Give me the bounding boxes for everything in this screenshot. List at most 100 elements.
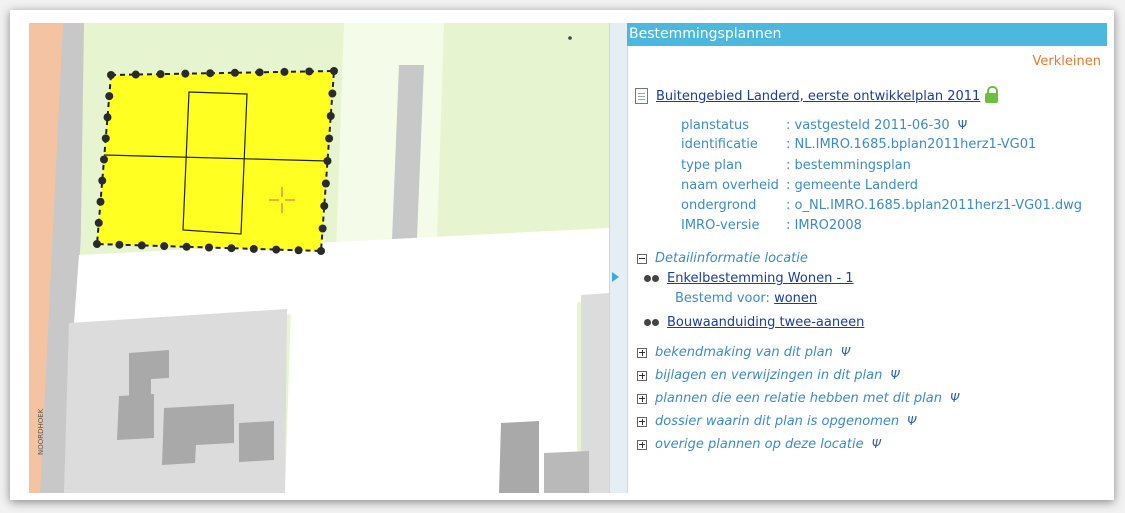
plus-box-icon[interactable]	[637, 370, 647, 381]
parcel-vertex-handle[interactable]	[137, 241, 146, 250]
section-overige[interactable]: overige plannen op deze locatie Ψ	[637, 437, 881, 452]
section-label: bekendmaking van dit plan	[655, 345, 833, 360]
parcel-vertex-handle[interactable]	[115, 240, 124, 249]
parcel-vertex-handle[interactable]	[160, 242, 169, 251]
parcel-vertex-handle[interactable]	[156, 70, 165, 79]
section-label: overige plannen op deze locatie	[655, 437, 864, 452]
document-icon	[635, 88, 648, 104]
info-icon[interactable]: Ψ	[907, 414, 916, 428]
bestemming-row: Bouwaanduiding twee-aaneen	[643, 315, 864, 330]
bouwaanduiding-link[interactable]: Bouwaanduiding twee-aaneen	[667, 315, 864, 330]
property-value: : o_NL.IMRO.1685.bplan2011herz1-VG01.dwg	[786, 198, 1082, 214]
property-row: identificatie: NL.IMRO.1685.bplan2011her…	[681, 135, 1082, 155]
plus-box-icon[interactable]	[637, 439, 647, 450]
map-canvas[interactable]: NOORDHOEK	[29, 23, 609, 493]
section-dossier[interactable]: dossier waarin dit plan is opgenomen Ψ	[637, 414, 917, 429]
property-label: identificatie	[681, 137, 758, 153]
building-6	[544, 451, 589, 493]
parcel-vertex-handle[interactable]	[320, 202, 329, 210]
parcel-vertex-handle[interactable]	[294, 246, 303, 255]
parcel-vertex-handle[interactable]	[131, 70, 140, 79]
info-icon[interactable]: Ψ	[950, 391, 959, 405]
parcel-vertex-handle[interactable]	[107, 71, 115, 79]
verkleinen-link[interactable]: Verkleinen	[627, 54, 1107, 72]
plus-box-icon[interactable]	[637, 347, 647, 358]
parcel-vertex-handle[interactable]	[100, 155, 108, 164]
parcel-vertex-handle[interactable]	[323, 157, 332, 165]
parcel-vertex-handle[interactable]	[93, 240, 101, 248]
panel-splitter[interactable]	[609, 23, 628, 493]
parcel-vertex-handle[interactable]	[98, 176, 107, 185]
parcel-vertex-handle[interactable]	[305, 67, 314, 76]
parcel-vertex-handle[interactable]	[227, 244, 236, 253]
parcel-vertex-handle[interactable]	[321, 179, 330, 188]
selected-parcel[interactable]	[95, 69, 336, 253]
green-area-right	[441, 23, 609, 263]
parcel-vertex-handle[interactable]	[96, 197, 105, 206]
bestemd-voor-row: Bestemd voor: wonen	[675, 291, 817, 306]
property-row: ondergrond: o_NL.IMRO.1685.bplan2011herz…	[681, 196, 1082, 216]
detail-section-toggle[interactable]: Detailinformatie locatie	[637, 251, 808, 266]
minus-box-icon[interactable]	[637, 253, 647, 264]
parcel-vertex-handle[interactable]	[182, 242, 191, 251]
section-label: bijlagen en verwijzingen in dit plan	[655, 368, 883, 383]
property-row: naam overheid : gemeente Landerd	[681, 176, 1082, 196]
bestemd-voor-label: Bestemd voor:	[675, 291, 770, 306]
parcel-vertex-handle[interactable]	[326, 112, 335, 120]
parcel-vertex-handle[interactable]	[318, 224, 327, 233]
parcel-vertex-handle[interactable]	[255, 68, 264, 77]
plan-properties: planstatus : vastgesteld 2011-06-30 Ψ iden…	[681, 115, 1082, 237]
parcel-vertex-handle[interactable]	[181, 69, 190, 78]
parcel-vertex-handle[interactable]	[317, 247, 325, 255]
section-bekendmaking[interactable]: bekendmaking van dit plan Ψ	[637, 345, 850, 360]
map-view[interactable]: NOORDHOEK	[29, 23, 609, 493]
section-label: dossier waarin dit plan is opgenomen	[655, 414, 900, 429]
info-icon[interactable]: Ψ	[890, 368, 899, 382]
section-label: plannen die een relatie hebben met dit p…	[655, 391, 942, 406]
property-label: naam overheid	[681, 177, 779, 193]
panel-title: Bestemmingsplannen	[627, 23, 1107, 46]
detail-section-label: Detailinformatie locatie	[655, 251, 808, 266]
parcel-vertex-handle[interactable]	[280, 67, 289, 76]
parcel-vertex-handle[interactable]	[94, 218, 103, 227]
binoculars-icon[interactable]	[643, 318, 661, 327]
parcel-vertex-handle[interactable]	[105, 92, 114, 101]
property-label: planstatus	[681, 118, 750, 133]
section-relatie[interactable]: plannen die een relatie hebben met dit p…	[637, 391, 959, 406]
app-window: NOORDHOEK Bestemmingsplannen Verkleinen …	[10, 10, 1114, 500]
info-icon[interactable]: Ψ	[841, 345, 850, 359]
plus-box-icon[interactable]	[637, 416, 647, 427]
property-value: : gemeente Landerd	[786, 177, 918, 193]
block-left	[64, 309, 287, 493]
bestemming-row: Enkelbestemming Wonen - 1	[643, 271, 854, 286]
binoculars-icon[interactable]	[643, 274, 661, 283]
parcel-vertex-handle[interactable]	[101, 134, 110, 143]
property-label: type plan	[681, 157, 743, 173]
parcel-vertex-handle[interactable]	[206, 69, 215, 78]
map-point	[568, 36, 572, 40]
parcel-vertex-handle[interactable]	[249, 244, 258, 253]
info-panel: Bestemmingsplannen Verkleinen Buitengebi…	[627, 23, 1107, 493]
info-icon[interactable]: Ψ	[872, 437, 881, 451]
info-icon[interactable]: Ψ	[958, 115, 967, 135]
parcel-vertex-handle[interactable]	[205, 243, 213, 252]
parcel-vertex-handle[interactable]	[325, 134, 334, 143]
plan-title-row: Buitengebied Landerd, eerste ontwikkelpl…	[635, 86, 999, 104]
plus-box-icon[interactable]	[637, 393, 647, 404]
parcel-vertex-handle[interactable]	[272, 245, 281, 254]
bestemd-voor-link[interactable]: wonen	[774, 291, 817, 306]
property-row: IMRO-versie: IMRO2008	[681, 216, 1082, 236]
property-row: planstatus : vastgesteld 2011-06-30 Ψ	[681, 115, 1082, 135]
parcel-vertex-handle[interactable]	[103, 113, 112, 122]
bestemming-link[interactable]: Enkelbestemming Wonen - 1	[667, 271, 854, 286]
parcel-vertex-handle[interactable]	[230, 68, 239, 77]
collapse-arrow-icon[interactable]	[612, 272, 619, 282]
plan-title-link[interactable]: Buitengebied Landerd, eerste ontwikkelpl…	[656, 89, 980, 104]
section-bijlagen[interactable]: bijlagen en verwijzingen in dit plan Ψ	[637, 368, 900, 383]
parcel-vertex-handle[interactable]	[330, 67, 338, 75]
lightgreen-area	[336, 23, 444, 253]
parcel-vertex-handle[interactable]	[328, 89, 337, 98]
property-value: : vastgesteld 2011-06-30	[786, 118, 950, 133]
property-value: : IMRO2008	[786, 218, 862, 234]
lock-icon	[985, 86, 999, 103]
